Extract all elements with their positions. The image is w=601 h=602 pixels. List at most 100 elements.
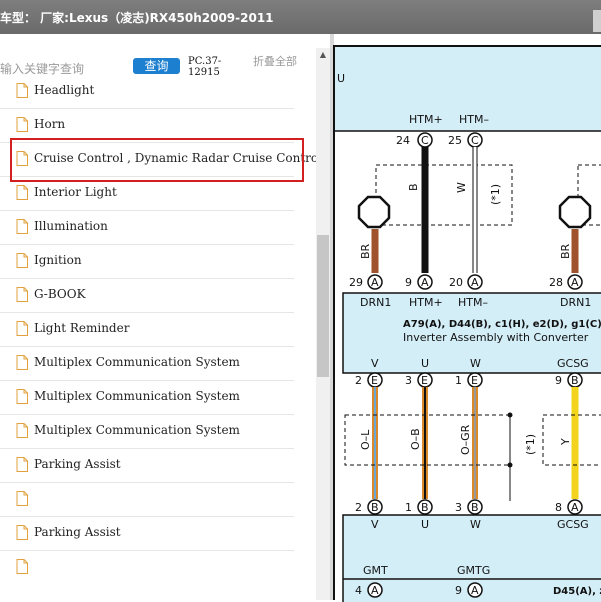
tree-item[interactable]: Multiplex Communication System [0, 380, 294, 415]
tree-scrollbar[interactable]: ▲ [316, 48, 330, 600]
scroll-up-arrow-icon[interactable]: ▲ [316, 48, 330, 62]
tree-item[interactable]: Parking Assist [0, 448, 294, 483]
conn-a-4: A [571, 276, 579, 289]
tree-item[interactable] [0, 550, 294, 584]
pin-3: 3 [405, 374, 412, 387]
conn-a-5: A [571, 501, 579, 514]
wire-w: W [455, 182, 468, 193]
pin-3-b: 3 [455, 501, 462, 514]
tree-item[interactable]: Light Reminder [0, 312, 294, 347]
tree-item[interactable]: Parking Assist [0, 516, 294, 551]
wire-ogr: O–GR [459, 424, 472, 455]
label-htm-plus: HTM+ [409, 113, 443, 126]
pin-29: 29 [349, 276, 363, 289]
conn-b-2: B [371, 501, 379, 514]
label-gmtg: GMTG [457, 564, 490, 577]
wire-b: B [407, 183, 420, 191]
label-htm-minus-2: HTM– [458, 296, 488, 309]
label-gcsg: GCSG [557, 357, 589, 370]
tree-item[interactable]: Ignition [0, 244, 294, 279]
conn-e-2: E [421, 374, 428, 387]
wiring-diagram: U HTM+ HTM– 24 C 25 C B W (*1) BR BR 29 … [333, 45, 601, 602]
document-icon [16, 185, 28, 200]
document-icon [16, 83, 28, 98]
label-u: U [421, 357, 429, 370]
tree-item-label: Multiplex Communication System [34, 389, 240, 403]
tree-item[interactable] [0, 482, 294, 517]
tree-item[interactable]: Headlight [0, 74, 294, 109]
tree-item-label: Parking Assist [34, 525, 121, 539]
vehicle-title: 车型： 厂家:Lexus（凌志)RX450h2009-2011 [0, 11, 274, 25]
document-icon [16, 151, 28, 166]
document-icon [16, 117, 28, 132]
document-icon [16, 355, 28, 370]
wire-br-2: BR [559, 243, 572, 259]
tree-item-label: Parking Assist [34, 457, 121, 471]
tree-item[interactable]: G-BOOK [0, 278, 294, 313]
tree-item-label: Illumination [34, 219, 108, 233]
tree-item-selected[interactable]: Cruise Control , Dynamic Radar Cruise Co… [0, 142, 322, 177]
document-icon [16, 253, 28, 268]
tree-item-label: Ignition [34, 253, 82, 267]
pin-9-b: 9 [555, 374, 562, 387]
tree-item-label: Interior Light [34, 185, 117, 199]
wire-ol: O–L [359, 429, 372, 450]
conn-b-4: B [471, 501, 479, 514]
window-titlebar: 车型： 厂家:Lexus（凌志)RX450h2009-2011 [0, 0, 601, 34]
label-gmt: GMT [363, 564, 388, 577]
pin-4: 4 [355, 584, 362, 597]
conn-c-2: C [471, 134, 479, 147]
pin-20: 20 [449, 276, 463, 289]
pin-1: 1 [455, 374, 462, 387]
pin-8: 8 [555, 501, 562, 514]
pin-9-c: 9 [455, 584, 462, 597]
document-icon [16, 559, 28, 574]
document-icon [16, 389, 28, 404]
label-u-top: U [337, 72, 345, 85]
tree-item-label: Cruise Control , Dynamic Radar Cruise Co… [34, 151, 322, 165]
pin-1-b: 1 [405, 501, 412, 514]
note-star1: (*1) [489, 184, 502, 205]
conn-b-1: B [571, 374, 579, 387]
pin-9: 9 [405, 276, 412, 289]
wire-y: Y [559, 438, 572, 446]
tree-item-label: Light Reminder [34, 321, 130, 335]
query-button[interactable]: 查询 [133, 58, 180, 74]
label-u-2: U [421, 518, 429, 531]
document-icon [16, 525, 28, 540]
tree-item[interactable]: Interior Light [0, 176, 294, 211]
label-v: V [371, 357, 379, 370]
pin-25: 25 [448, 134, 462, 147]
pin-24: 24 [396, 134, 410, 147]
tree-item-label: Headlight [34, 83, 95, 97]
conn-a-2: A [421, 276, 429, 289]
window-control[interactable] [593, 10, 601, 32]
pin-2: 2 [355, 374, 362, 387]
conn-a-3: A [471, 276, 479, 289]
tree-item[interactable]: Multiplex Communication System [0, 414, 294, 449]
tree-item[interactable]: Illumination [0, 210, 294, 245]
tree-panel: 输入关键字查询 查询 PC.37-12915 折叠全部 Headlight Ho… [0, 34, 333, 600]
connector-d45: D45(A), z [553, 586, 601, 597]
tree-item[interactable]: Horn [0, 108, 294, 143]
conn-e-3: E [471, 374, 478, 387]
document-icon [16, 219, 28, 234]
label-v-2: V [371, 518, 379, 531]
label-w: W [470, 357, 481, 370]
component-name: Inverter Assembly with Converter [403, 331, 589, 344]
document-icon [16, 457, 28, 472]
conn-e-1: E [371, 374, 378, 387]
label-htm-plus-2: HTM+ [409, 296, 443, 309]
scroll-thumb[interactable] [317, 235, 329, 377]
tree-item-label: Horn [34, 117, 66, 131]
label-gcsg-2: GCSG [557, 518, 589, 531]
pin-2-b: 2 [355, 501, 362, 514]
label-w-2: W [470, 518, 481, 531]
document-icon [16, 321, 28, 336]
conn-c-1: C [421, 134, 429, 147]
label-htm-minus: HTM– [459, 113, 489, 126]
collapse-all-button[interactable]: 折叠全部 [253, 56, 297, 68]
wire-br-1: BR [359, 243, 372, 259]
wire-ob: O–B [409, 428, 422, 450]
tree-item[interactable]: Multiplex Communication System [0, 346, 294, 381]
